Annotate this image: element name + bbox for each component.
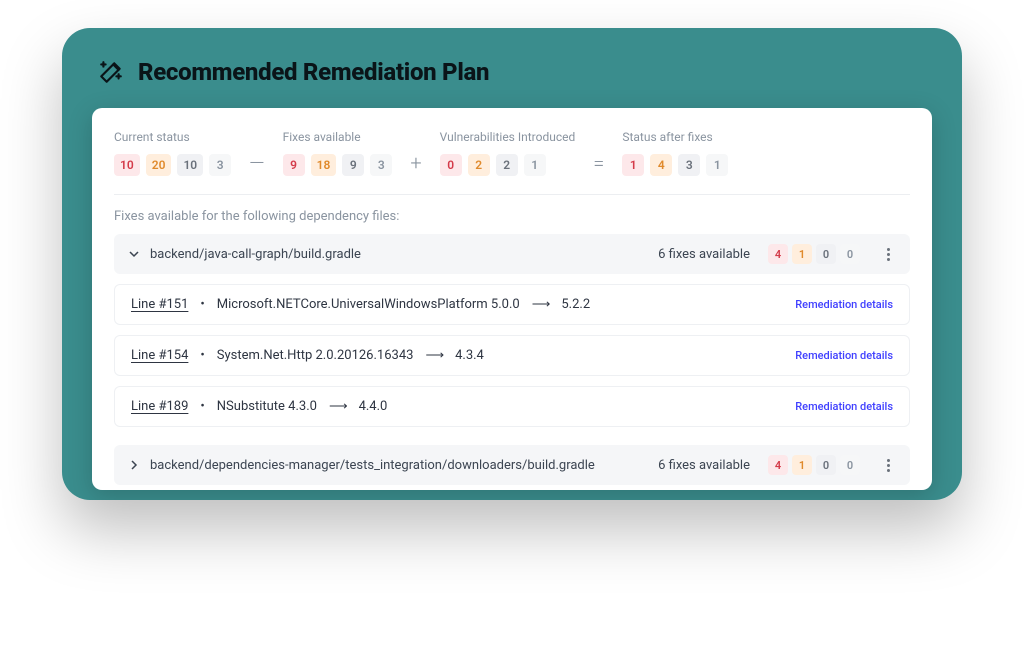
arrow-right-icon: ⟶	[329, 399, 347, 414]
severity-chip-medium: 0	[816, 455, 836, 475]
severity-chip-medium: 2	[496, 154, 518, 176]
status-label: Current status	[114, 130, 231, 144]
status-block: Vulnerabilities Introduced0221	[440, 130, 576, 176]
fix-row: Line #151 • Microsoft.NETCore.UniversalWin…	[114, 284, 910, 325]
bullet-icon: •	[200, 297, 204, 312]
severity-chip-medium: 9	[342, 154, 364, 176]
severity-chip-low: 0	[840, 455, 860, 475]
operator: —	[249, 151, 264, 176]
bullet-icon: •	[200, 399, 204, 414]
severity-chip-medium: 0	[816, 244, 836, 264]
severity-chip-critical: 0	[440, 154, 462, 176]
line-reference[interactable]: Line #151	[131, 297, 188, 312]
status-label: Fixes available	[283, 130, 393, 144]
severity-chip-low: 1	[524, 154, 546, 176]
target-version: 5.2.2	[561, 297, 590, 312]
severity-chip-row: 4100	[768, 244, 860, 264]
header-row: Recommended Remediation Plan	[92, 58, 932, 86]
severity-chip-high: 1	[792, 455, 812, 475]
severity-chip-low: 3	[370, 154, 392, 176]
file-group-header[interactable]: backend/dependencies-manager/tests_integ…	[114, 445, 910, 485]
file-path: backend/java-call-graph/build.gradle	[150, 247, 648, 262]
status-block: Current status1020103	[114, 130, 231, 176]
page-title: Recommended Remediation Plan	[138, 58, 489, 86]
fix-row: Line #154 • System.Net.Http 2.0.20126.1634…	[114, 335, 910, 376]
severity-chip-medium: 3	[678, 154, 700, 176]
package-name: NSubstitute 4.3.0	[217, 399, 317, 414]
status-label: Status after fixes	[622, 130, 728, 144]
severity-chip-high: 2	[468, 154, 490, 176]
severity-chip-high: 18	[311, 154, 337, 176]
operator: +	[410, 151, 421, 176]
severity-chip-row: 1020103	[114, 154, 231, 176]
chevron-down-icon	[128, 248, 140, 260]
target-version: 4.3.4	[455, 348, 484, 363]
fixes-count: 6 fixes available	[658, 247, 750, 262]
severity-chip-medium: 10	[177, 154, 203, 176]
remediation-panel: Current status1020103—Fixes available918…	[92, 108, 932, 490]
bullet-icon: •	[200, 348, 204, 363]
target-version: 4.4.0	[359, 399, 388, 414]
status-block: Fixes available91893	[283, 130, 393, 176]
severity-chip-row: 1431	[622, 154, 728, 176]
status-label: Vulnerabilities Introduced	[440, 130, 576, 144]
magic-wand-icon	[98, 59, 124, 85]
remediation-details-link[interactable]: Remediation details	[795, 400, 893, 413]
fix-row: Line #189 • NSubstitute 4.3.0 ⟶ 4.4.0 Remedia…	[114, 386, 910, 427]
overflow-menu-icon[interactable]	[880, 459, 896, 472]
package-name: Microsoft.NETCore.UniversalWindowsPlatfo…	[217, 297, 520, 312]
section-caption: Fixes available for the following depend…	[114, 209, 910, 224]
severity-chip-high: 4	[650, 154, 672, 176]
severity-chip-critical: 9	[283, 154, 305, 176]
status-block: Status after fixes1431	[622, 130, 728, 176]
remediation-details-link[interactable]: Remediation details	[795, 298, 893, 311]
chevron-right-icon	[128, 459, 140, 471]
severity-chip-low: 0	[840, 244, 860, 264]
line-reference[interactable]: Line #189	[131, 399, 188, 414]
arrow-right-icon: ⟶	[532, 297, 550, 312]
arrow-right-icon: ⟶	[425, 348, 443, 363]
status-summary: Current status1020103—Fixes available918…	[114, 126, 910, 195]
severity-chip-row: 4100	[768, 455, 860, 475]
remediation-card: Recommended Remediation Plan Current sta…	[62, 28, 962, 500]
overflow-menu-icon[interactable]	[880, 248, 896, 261]
severity-chip-high: 20	[146, 154, 172, 176]
severity-chip-low: 3	[209, 154, 231, 176]
fixes-count: 6 fixes available	[658, 458, 750, 473]
severity-chip-high: 1	[792, 244, 812, 264]
line-reference[interactable]: Line #154	[131, 348, 188, 363]
severity-chip-critical: 1	[622, 154, 644, 176]
remediation-details-link[interactable]: Remediation details	[795, 349, 893, 362]
severity-chip-row: 91893	[283, 154, 393, 176]
file-path: backend/dependencies-manager/tests_integ…	[150, 458, 648, 473]
severity-chip-row: 0221	[440, 154, 576, 176]
file-group-header[interactable]: backend/java-call-graph/build.gradle 6 fi…	[114, 234, 910, 274]
severity-chip-critical: 4	[768, 455, 788, 475]
package-name: System.Net.Http 2.0.20126.16343	[217, 348, 414, 363]
severity-chip-critical: 4	[768, 244, 788, 264]
severity-chip-low: 1	[706, 154, 728, 176]
severity-chip-critical: 10	[114, 154, 140, 176]
operator: =	[593, 151, 604, 176]
